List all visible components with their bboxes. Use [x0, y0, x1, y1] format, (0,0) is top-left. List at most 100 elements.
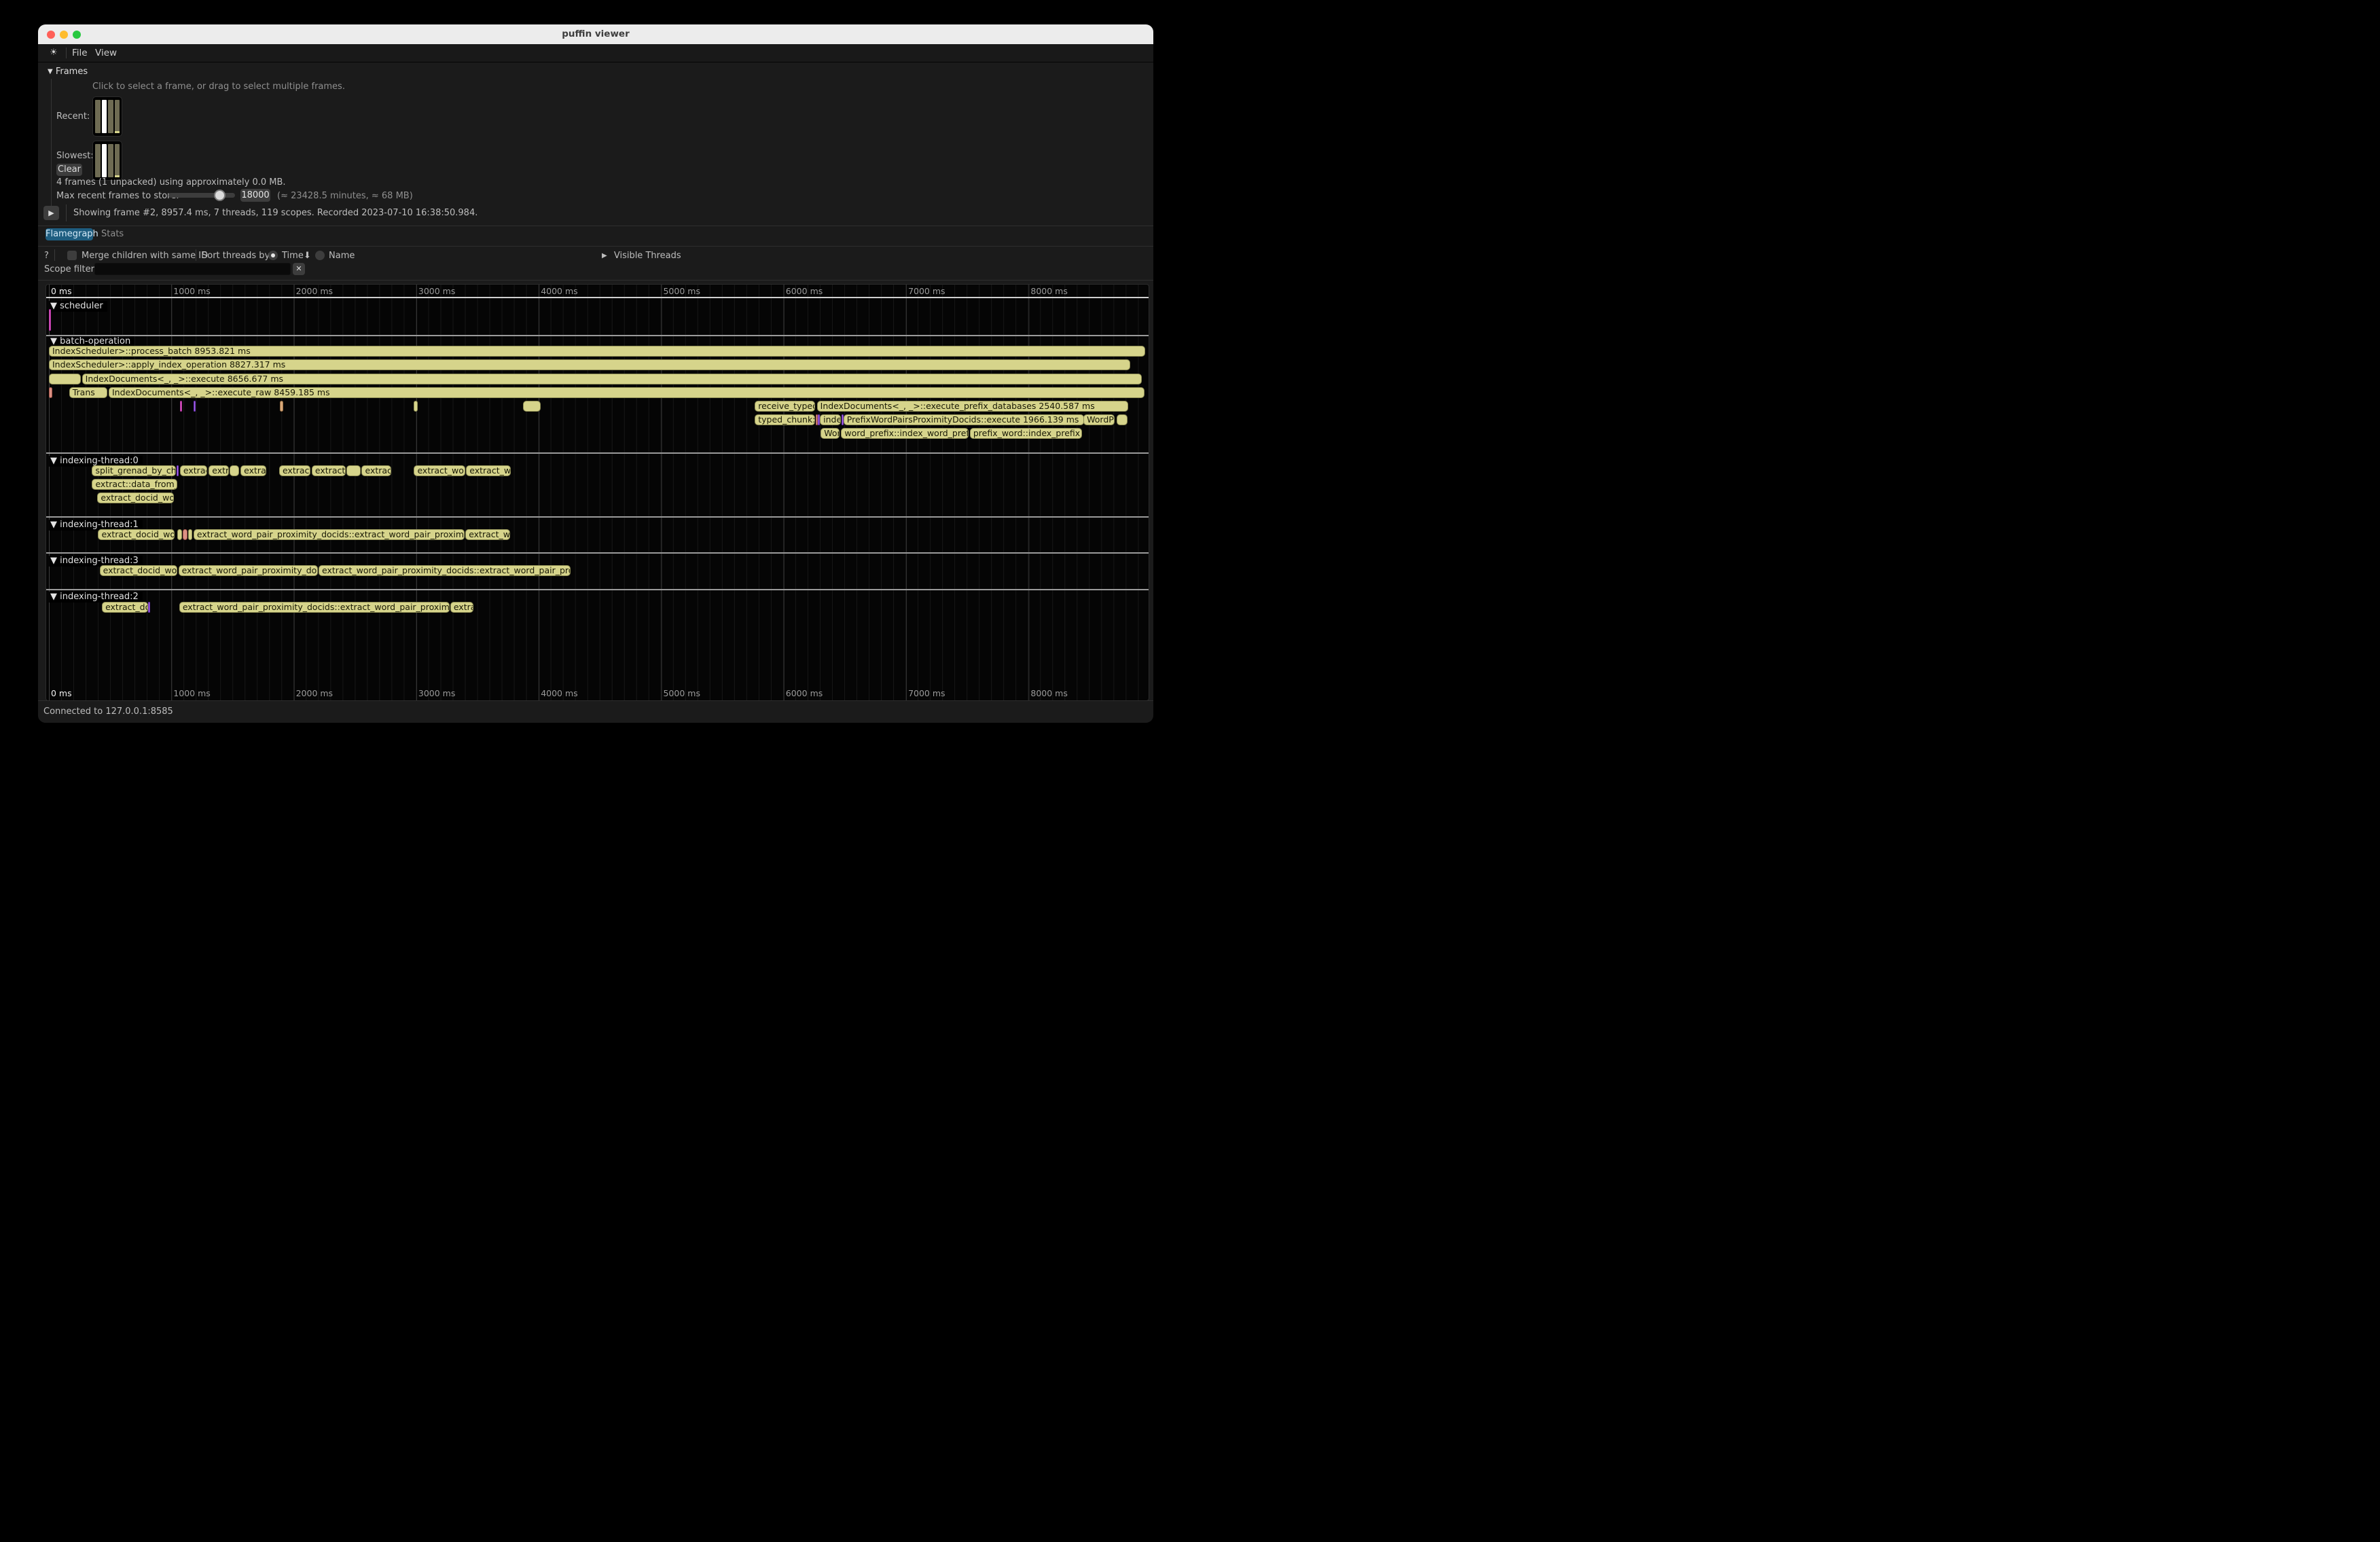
scope-bar[interactable]: IndexScheduler>::process_batch 8953.821 …: [49, 346, 1145, 357]
scope-bar[interactable]: extract_docid_word: [100, 565, 178, 576]
scope-bar[interactable]: word_prefix::index_word_prefix_: [841, 428, 968, 439]
scope-bar[interactable]: extract_docid_word: [97, 492, 174, 503]
sort-time-radio[interactable]: [268, 251, 278, 260]
scope-bar[interactable]: extract_doc: [102, 602, 148, 613]
clear-filter-button[interactable]: ✕: [293, 263, 305, 275]
frames-summary: 4 frames (1 unpacked) using approximatel…: [56, 177, 286, 187]
scope-bar[interactable]: receive_typed_: [755, 401, 815, 412]
scope-bar[interactable]: typed_chunk::w: [755, 414, 815, 425]
scope-bar[interactable]: extract_: [279, 465, 310, 476]
slowest-frames-thumbnail[interactable]: [92, 141, 122, 181]
scope-bar[interactable]: extract_: [312, 465, 346, 476]
scope-bar[interactable]: prefix_word::index_prefix_wo: [970, 428, 1082, 439]
scope-bar[interactable]: IndexDocuments<_, _>::execute_prefix_dat…: [817, 401, 1128, 412]
ruler-tick-bottom: 5000 ms: [663, 688, 700, 698]
frame-bar: [95, 144, 101, 177]
separator: [38, 246, 1153, 247]
scope-bar[interactable]: [194, 401, 196, 412]
scope-bar[interactable]: extrac: [450, 602, 474, 613]
scope-bar[interactable]: [49, 374, 81, 384]
scope-bar[interactable]: extract_word: [414, 465, 465, 476]
clear-button[interactable]: Clear: [56, 164, 82, 176]
ruler-tick-top: 1000 ms: [173, 286, 210, 296]
frames-hint: Click to select a frame, or drag to sele…: [92, 82, 345, 92]
window-title: puffin viewer: [38, 24, 1153, 44]
max-frames-value[interactable]: 18000: [240, 189, 270, 202]
scope-bar[interactable]: IndexDocuments<_, _>::execute_raw 8459.1…: [109, 387, 1144, 398]
sort-time-label: Time: [282, 251, 304, 261]
scope-bar[interactable]: extract: [361, 465, 391, 476]
frames-section-label: Frames: [56, 67, 88, 77]
scope-bar[interactable]: IndexDocuments<_, _>::execute 8656.677 m…: [82, 374, 1142, 384]
ruler-tick-bottom: 0 ms: [51, 688, 72, 698]
recent-frames-thumbnail[interactable]: [92, 96, 122, 137]
scope-bar[interactable]: extract_docid_word: [98, 529, 175, 540]
frame-tick: [115, 131, 120, 133]
scope-bar[interactable]: extract_wo: [465, 529, 510, 540]
scope-bar[interactable]: [523, 401, 541, 412]
scope-bar[interactable]: [49, 309, 51, 331]
scope-bar[interactable]: [414, 401, 418, 412]
scope-bar[interactable]: [346, 465, 361, 476]
scope-bar[interactable]: PrefixWordPairsProximityDocids::execute …: [844, 414, 1084, 425]
scope-bar[interactable]: extract_word_pair_proximity_docids::extr…: [179, 602, 450, 613]
scope-bar[interactable]: extract_word_pair_proximity_docids::extr…: [319, 565, 571, 576]
scope-bar[interactable]: extract_wo: [466, 465, 511, 476]
scope-bar[interactable]: [177, 465, 179, 476]
section-separator: [46, 552, 1149, 554]
scope-bar[interactable]: extrac: [240, 465, 266, 476]
scope-bar[interactable]: index: [820, 414, 841, 425]
scope-bar[interactable]: [1117, 414, 1128, 425]
title-bar: puffin viewer: [38, 24, 1153, 44]
scope-filter-input[interactable]: [94, 263, 291, 275]
tab-flamegraph[interactable]: Flamegraph: [46, 228, 93, 240]
indent-guide: [51, 79, 52, 206]
scope-bar[interactable]: [188, 529, 192, 540]
scope-bar[interactable]: [148, 602, 150, 613]
frames-section-header[interactable]: ▼ Frames: [48, 67, 88, 77]
scope-bar[interactable]: split_grenad_by_chun: [92, 465, 176, 476]
frame-bar: [115, 144, 120, 177]
sort-direction-icon[interactable]: ⬇: [304, 251, 311, 261]
scope-bar[interactable]: extract_word_pair_proximity_docids::extr…: [194, 529, 465, 540]
visible-threads-label: Visible Threads: [614, 251, 681, 261]
theme-toggle-icon[interactable]: ☀: [46, 44, 61, 62]
divider: [54, 249, 55, 261]
merge-children-label: Merge children with same ID: [82, 251, 208, 261]
scope-bar[interactable]: [230, 465, 238, 476]
scope-bar[interactable]: WordPr: [1083, 414, 1115, 425]
merge-children-checkbox[interactable]: [67, 251, 77, 260]
scope-bar[interactable]: extra: [209, 465, 229, 476]
visible-threads-toggle[interactable]: ▶ Visible Threads: [602, 251, 681, 261]
frame-bar: [108, 144, 113, 177]
thread-section-header[interactable]: ▼ indexing-thread:2: [49, 592, 143, 603]
tab-stats[interactable]: Stats: [101, 229, 124, 239]
ruler-tick-bottom: 3000 ms: [418, 688, 455, 698]
scope-bar[interactable]: Trans: [69, 387, 107, 398]
play-button[interactable]: ▶: [43, 206, 59, 220]
scope-bar[interactable]: extract::data_from_ob: [92, 479, 177, 490]
menu-view[interactable]: View: [95, 44, 117, 62]
ruler-tick-top: 7000 ms: [908, 286, 945, 296]
scope-bar[interactable]: [180, 401, 182, 412]
flamegraph-panel[interactable]: 0 ms0 ms1000 ms1000 ms2000 ms2000 ms3000…: [46, 284, 1149, 701]
scope-bar[interactable]: Word: [821, 428, 840, 439]
frame-info: Showing frame #2, 8957.4 ms, 7 threads, …: [73, 208, 477, 218]
scope-bar[interactable]: extract_word_pair_proximity_docids: [179, 565, 318, 576]
sort-name-radio[interactable]: [315, 251, 325, 260]
thread-section-header[interactable]: ▼ scheduler: [49, 301, 107, 312]
menu-file[interactable]: File: [72, 44, 88, 62]
scope-bar[interactable]: [280, 401, 283, 412]
sort-threads-label: Sort threads by:: [202, 251, 272, 261]
scope-bar[interactable]: extract: [180, 465, 207, 476]
scope-bar[interactable]: [49, 387, 52, 398]
scope-bar[interactable]: [177, 529, 182, 540]
scope-bar[interactable]: [183, 529, 187, 540]
app-window: puffin viewer ☀ File View ▼ Frames Click…: [38, 24, 1153, 723]
scope-bar[interactable]: IndexScheduler>::apply_index_operation 8…: [49, 359, 1130, 370]
collapse-closed-icon: ▶: [602, 252, 607, 259]
section-separator: [46, 589, 1149, 590]
recent-label: Recent:: [56, 111, 90, 122]
help-button[interactable]: ?: [44, 251, 49, 261]
max-frames-slider-knob[interactable]: [214, 190, 226, 201]
